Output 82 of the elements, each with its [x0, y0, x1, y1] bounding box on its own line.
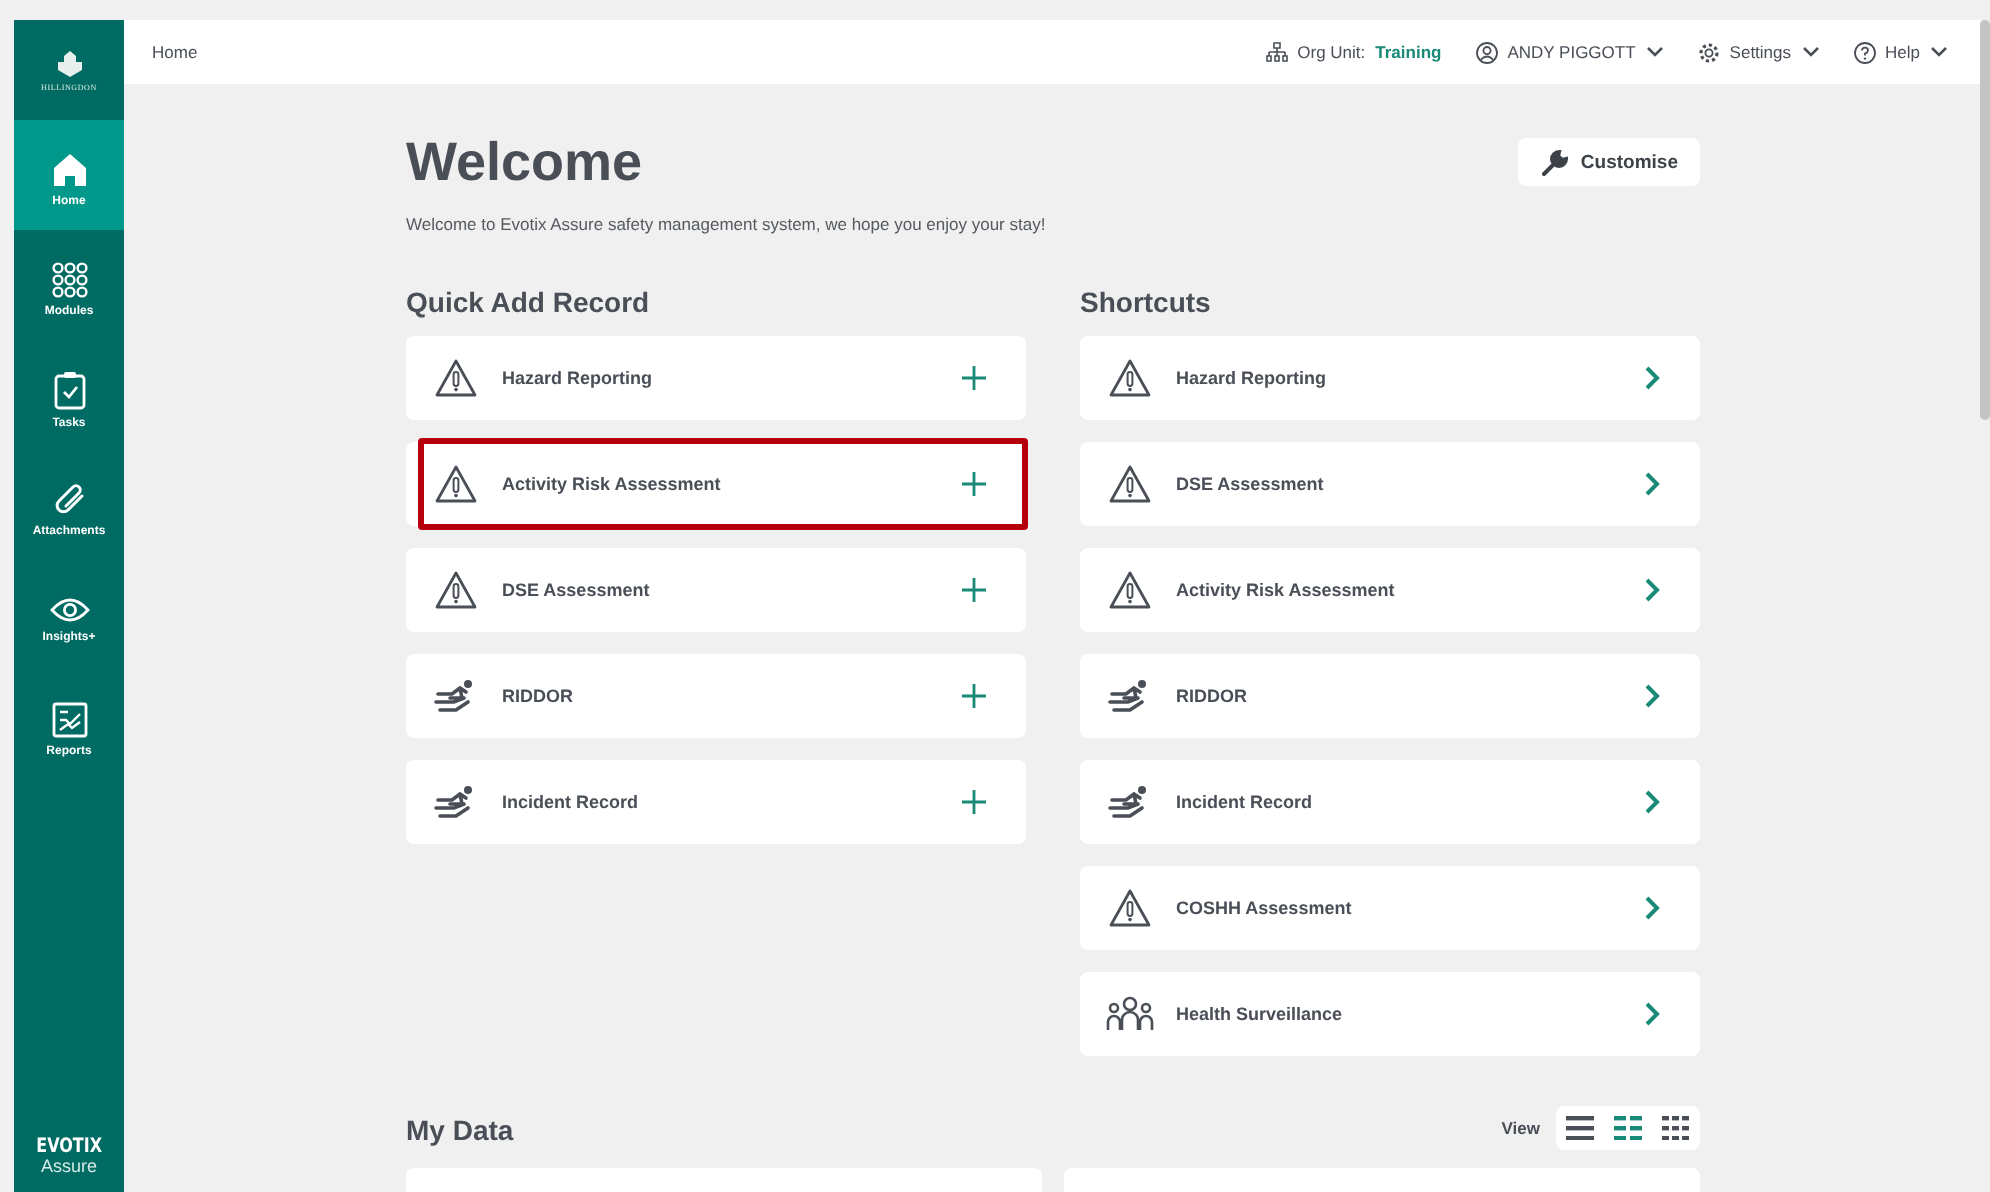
warning-icon — [434, 464, 478, 504]
paperclip-icon — [51, 481, 87, 517]
card-label: RIDDOR — [502, 686, 575, 706]
chevron-right-icon — [1644, 472, 1660, 496]
warning-icon — [434, 358, 478, 398]
section-heading: Quick Add Record — [406, 286, 652, 320]
columns-view-icon[interactable] — [1614, 1116, 1642, 1140]
chevron-right-icon — [1644, 896, 1660, 920]
card-label: Activity Risk Assessment — [502, 474, 723, 494]
chevron-right-icon — [1644, 578, 1660, 602]
org-chart-icon — [1265, 42, 1288, 62]
list-view-icon[interactable] — [1566, 1116, 1594, 1140]
grid-view-icon[interactable] — [1662, 1116, 1690, 1140]
shortcut-card[interactable]: Health Surveillance — [1080, 972, 1700, 1056]
plus-icon — [962, 790, 986, 814]
section-heading: Shortcuts — [1080, 286, 1213, 320]
injured-person-icon — [434, 784, 478, 820]
card-label: RIDDOR — [1176, 686, 1249, 706]
wrench-icon — [1542, 149, 1569, 175]
card-label: Incident Record — [1176, 792, 1315, 812]
page-title: Welcome — [406, 131, 643, 193]
shortcut-card[interactable]: COSHH Assessment — [1080, 866, 1700, 950]
quick-add-card[interactable]: RIDDOR — [406, 654, 1026, 738]
card-label: Hazard Reporting — [1176, 368, 1329, 388]
chevron-right-icon — [1644, 1002, 1660, 1026]
welcome-text: Welcome to Evotix Assure safety management system, we hope you enjoy your stay! — [406, 214, 1048, 234]
injured-person-icon — [1108, 784, 1152, 820]
shortcut-card[interactable]: Hazard Reporting — [1080, 336, 1700, 420]
quick-add-card[interactable]: Incident Record — [406, 760, 1026, 844]
customise-button[interactable]: Customise — [1518, 138, 1700, 186]
brand-logo-text: EVOTIX — [36, 1138, 102, 1158]
help-menu[interactable]: Help — [1853, 41, 1948, 63]
card-label: DSE Assessment — [502, 580, 652, 600]
settings-menu[interactable]: Settings — [1697, 41, 1820, 63]
section-heading: My Data — [406, 1114, 514, 1148]
warning-icon — [1108, 358, 1152, 398]
quick-add-card[interactable]: Hazard Reporting — [406, 336, 1026, 420]
card-label: DSE Assessment — [1176, 474, 1326, 494]
shortcut-card[interactable]: Activity Risk Assessment — [1080, 548, 1700, 632]
warning-icon — [1108, 888, 1152, 928]
scrollbar[interactable] — [1980, 20, 1990, 420]
warning-icon — [1108, 464, 1152, 504]
injured-person-icon — [434, 678, 478, 714]
org-unit-label: Org Unit: — [1297, 42, 1366, 62]
chevron-right-icon — [1644, 684, 1660, 708]
plus-icon — [962, 472, 986, 496]
quick-add-card[interactable]: Activity Risk Assessment — [406, 442, 1026, 526]
plus-icon — [962, 366, 986, 390]
plus-icon — [962, 684, 986, 708]
clipboard-icon — [53, 369, 85, 409]
quick-add-card[interactable]: DSE Assessment — [406, 548, 1026, 632]
home-icon — [51, 151, 87, 187]
shortcut-card[interactable]: RIDDOR — [1080, 654, 1700, 738]
view-label: View — [1501, 1118, 1540, 1138]
plus-icon — [962, 578, 986, 602]
settings-icon — [1697, 41, 1720, 63]
chart-report-icon — [51, 701, 87, 737]
card-label: Hazard Reporting — [502, 368, 655, 388]
user-menu[interactable]: ANDY PIGGOTT — [1475, 41, 1664, 63]
user-icon — [1475, 41, 1498, 63]
chevron-right-icon — [1644, 366, 1660, 390]
people-icon — [1106, 996, 1154, 1032]
warning-icon — [1108, 570, 1152, 610]
card-label: Incident Record — [502, 792, 641, 812]
breadcrumb[interactable]: Home — [152, 42, 198, 62]
injured-person-icon — [1108, 678, 1152, 714]
brand-subtitle: Assure — [40, 1158, 97, 1176]
shortcut-card[interactable]: Incident Record — [1080, 760, 1700, 844]
eye-icon — [49, 595, 89, 623]
chevron-down-icon — [1801, 46, 1820, 58]
help-icon — [1853, 41, 1876, 63]
warning-icon — [434, 570, 478, 610]
card-label: COSHH Assessment — [1176, 898, 1354, 918]
card-label: Health Surveillance — [1176, 1004, 1345, 1024]
chevron-right-icon — [1644, 790, 1660, 814]
card-label: Activity Risk Assessment — [1176, 580, 1397, 600]
chevron-down-icon — [1645, 46, 1664, 58]
shortcut-card[interactable]: DSE Assessment — [1080, 442, 1700, 526]
chevron-down-icon — [1930, 46, 1948, 58]
crest-logo-icon — [55, 49, 83, 77]
modules-icon — [51, 261, 87, 297]
org-unit-link[interactable]: Training — [1375, 42, 1442, 62]
